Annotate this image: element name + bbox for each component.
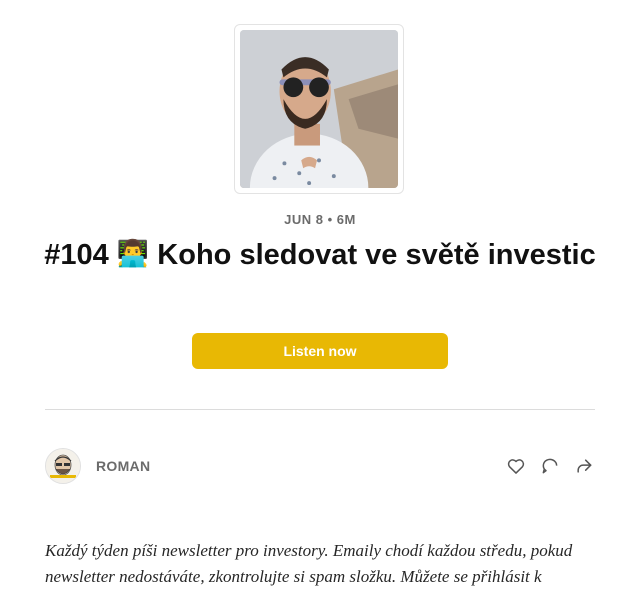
author-name[interactable]: ROMAN: [96, 458, 150, 474]
comment-icon[interactable]: [539, 455, 561, 477]
post-actions: [505, 455, 595, 477]
post-body-intro: Každý týden píši newsletter pro investor…: [45, 541, 573, 586]
share-icon[interactable]: [573, 455, 595, 477]
divider: [45, 409, 595, 410]
cover-image-frame: [234, 24, 404, 194]
author-row: ROMAN: [45, 448, 595, 484]
post-title: #104 👨‍💻 Koho sledovat ve světě investic: [40, 236, 600, 274]
heart-icon[interactable]: [505, 455, 527, 477]
post-meta: JUN 8 • 6M: [284, 212, 356, 227]
post-title-text: Koho sledovat ve světě investic: [157, 239, 596, 271]
author-avatar[interactable]: [45, 448, 81, 484]
listen-now-button[interactable]: Listen now: [192, 333, 448, 369]
cover-image: [240, 30, 398, 188]
post-title-number: #104: [44, 239, 109, 271]
technologist-emoji-icon: 👨‍💻: [116, 239, 150, 269]
